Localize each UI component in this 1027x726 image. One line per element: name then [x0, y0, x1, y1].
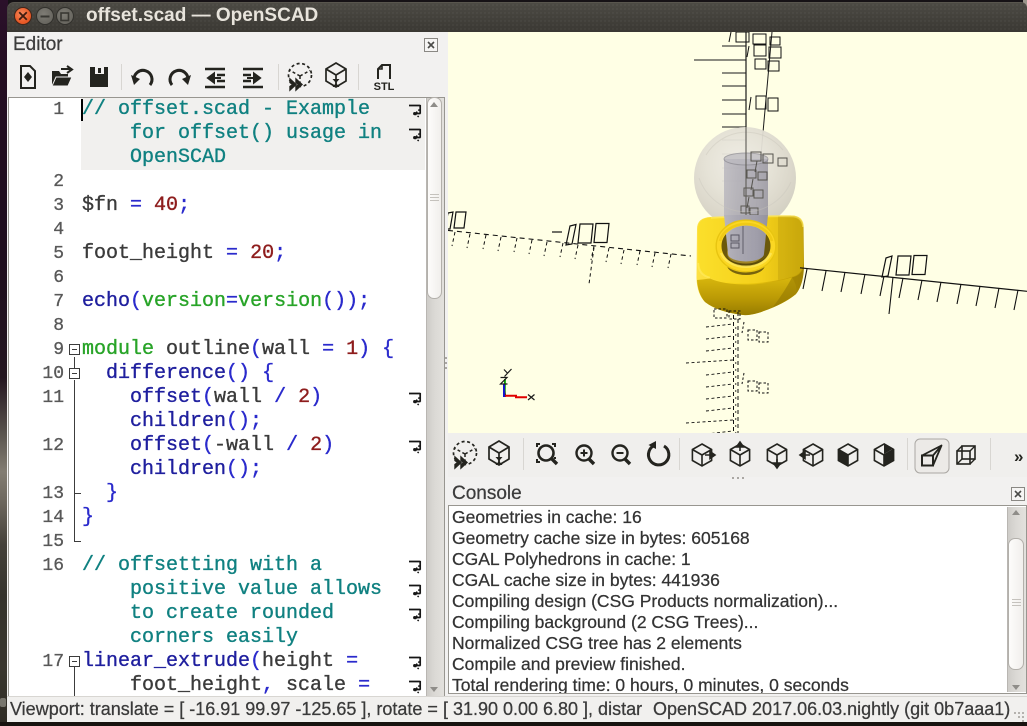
svg-text:»: » [1014, 447, 1023, 466]
